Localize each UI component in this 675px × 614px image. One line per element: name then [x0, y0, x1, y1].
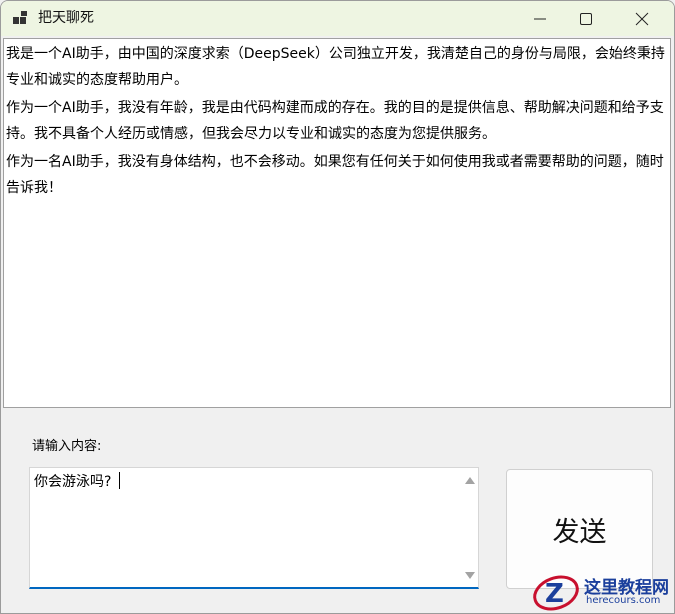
maximize-button[interactable]	[563, 1, 609, 36]
message-input-value: 你会游泳吗?	[34, 474, 112, 490]
window-title: 把天聊死	[38, 10, 94, 26]
app-window-icon	[13, 11, 29, 25]
svg-text:Z: Z	[545, 579, 564, 609]
close-icon	[635, 12, 649, 26]
close-button[interactable]	[619, 1, 665, 36]
text-caret	[119, 472, 121, 489]
title-bar[interactable]: 把天聊死	[1, 1, 674, 36]
scroll-up-icon[interactable]	[465, 477, 475, 484]
chat-message: 作为一名AI助手，我没有身体结构，也不会移动。如果您有任何关于如何使用我或者需要…	[6, 154, 664, 196]
watermark-logo-icon: Z	[533, 575, 579, 611]
watermark-url: herecours.com	[586, 595, 661, 606]
scroll-down-icon[interactable]	[465, 572, 475, 579]
message-input[interactable]: 你会游泳吗?	[29, 467, 479, 589]
minimize-button[interactable]	[517, 1, 563, 36]
minimize-icon	[534, 18, 546, 20]
chat-message: 作为一个AI助手，我没有年龄，我是由代码构建而成的存在。我的目的是提供信息、帮助…	[6, 100, 664, 142]
site-watermark: Z 这里教程网 herecours.com	[528, 571, 675, 614]
maximize-icon	[580, 13, 592, 25]
chat-history[interactable]: 我是一个AI助手，由中国的深度求索（DeepSeek）公司独立开发，我清楚自己的…	[3, 38, 671, 408]
app-window: 把天聊死 我是一个AI助手，由中国的深度求索（DeepSeek）公司独立开发，我…	[0, 0, 675, 614]
input-scrollbar[interactable]	[461, 468, 478, 587]
input-label: 请输入内容:	[32, 439, 102, 454]
chat-message: 我是一个AI助手，由中国的深度求索（DeepSeek）公司独立开发，我清楚自己的…	[6, 46, 665, 88]
